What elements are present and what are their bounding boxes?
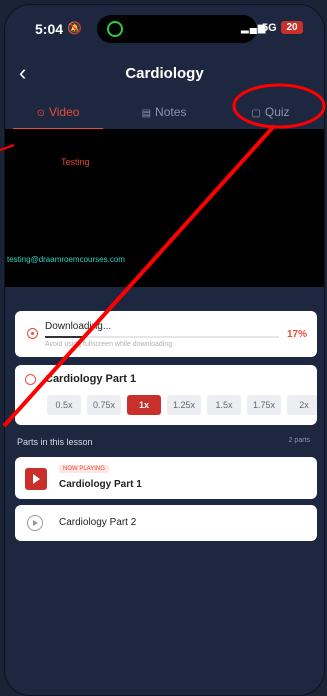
page-title: Cardiology — [125, 65, 204, 82]
phone-screen: 5:04 🔕 ▂▄▆ 5G 20 ‹ Cardiology ⊙ Video ▤ No… — [4, 4, 325, 696]
battery-icon: 20 — [281, 21, 303, 34]
tab-notes[interactable]: ▤ Notes — [111, 95, 217, 129]
youtube-play-icon — [25, 468, 47, 490]
play-circle-icon: ⊙ — [36, 108, 45, 119]
speed-chip-1-5x[interactable]: 1.5x — [207, 395, 241, 415]
tab-notes-label: Notes — [155, 105, 187, 119]
speed-chip-1-25x[interactable]: 1.25x — [167, 395, 201, 415]
part-name-1: Cardiology Part 1 — [59, 479, 142, 490]
play-circle-icon — [27, 515, 43, 531]
part-item-2[interactable]: Cardiology Part 2 — [15, 505, 317, 541]
tab-quiz-label: Quiz — [264, 105, 290, 119]
record-icon — [27, 328, 38, 339]
parts-count: 2 parts — [288, 437, 310, 444]
download-progress-fill — [45, 336, 85, 338]
download-label: Downloading... — [45, 321, 112, 332]
dynamic-island — [97, 15, 257, 43]
tab-video-label: Video — [48, 105, 80, 119]
now-playing-badge: NOW PLAYING — [59, 465, 109, 473]
tab-bar: ⊙ Video ▤ Notes ▢ Quiz — [5, 95, 324, 130]
video-player[interactable]: Testing testing@draamroemcourses.com — [5, 129, 324, 287]
quiz-icon: ▢ — [251, 108, 261, 119]
download-hint: Avoid using fullscreen while downloading — [45, 341, 173, 348]
link-icon — [107, 21, 123, 37]
speed-chip-1-75x[interactable]: 1.75x — [247, 395, 281, 415]
tab-quiz[interactable]: ▢ Quiz — [217, 95, 324, 129]
watermark-email: testing@draamroemcourses.com — [7, 255, 125, 264]
silent-bell-icon: 🔕 — [67, 21, 82, 35]
speed-selector: 0.5x 0.75x 1x 1.25x 1.5x 1.75x 2x — [15, 395, 317, 417]
notes-icon: ▤ — [141, 108, 152, 119]
tab-video[interactable]: ⊙ Video — [5, 95, 111, 130]
speed-chip-1x[interactable]: 1x — [127, 395, 161, 415]
lesson-name: Cardiology Part 1 — [45, 373, 137, 385]
network-type: 5G — [262, 22, 277, 34]
status-bar: 5:04 🔕 ▂▄▆ 5G 20 — [5, 5, 324, 51]
download-percent: 17% — [286, 329, 307, 340]
speed-chip-0-75x[interactable]: 0.75x — [87, 395, 121, 415]
part-name-2: Cardiology Part 2 — [59, 517, 137, 528]
parts-heading: Parts in this lesson — [17, 437, 93, 447]
status-time: 5:04 — [35, 21, 64, 37]
watermark-top: Testing — [61, 157, 90, 167]
part-item-1[interactable]: NOW PLAYING Cardiology Part 1 — [15, 457, 317, 499]
speed-chip-2x[interactable]: 2x — [287, 395, 317, 415]
download-card: Downloading... Avoid using fullscreen wh… — [15, 311, 317, 357]
top-bar: ‹ Cardiology — [5, 53, 324, 93]
speed-chip-0-5x[interactable]: 0.5x — [47, 395, 81, 415]
download-progress-bar — [45, 336, 279, 338]
playback-card: Cardiology Part 1 0.5x 0.75x 1x 1.25x 1.5x 1.… — [15, 365, 317, 425]
play-circle-icon — [25, 374, 36, 385]
